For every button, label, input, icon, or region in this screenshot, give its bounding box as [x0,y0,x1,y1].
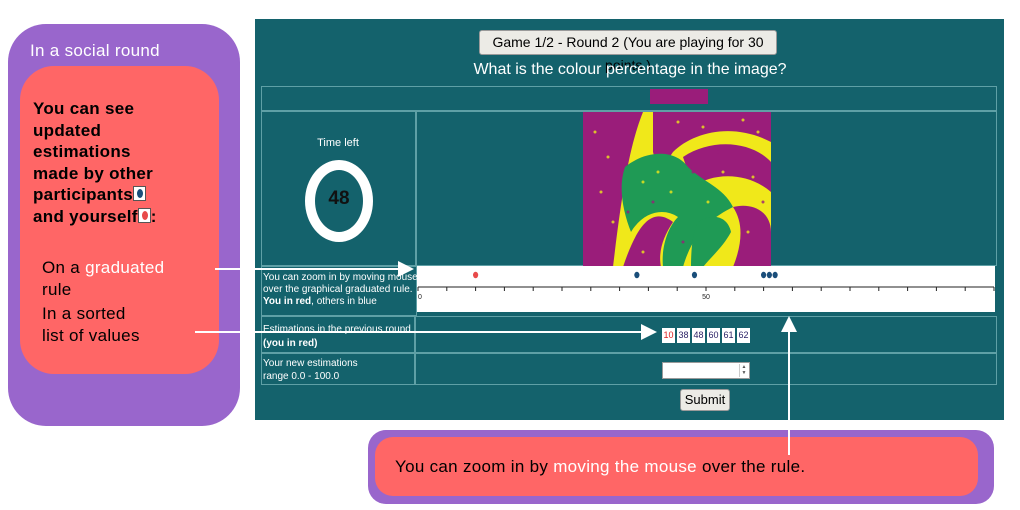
annotation-arrows [195,261,797,455]
